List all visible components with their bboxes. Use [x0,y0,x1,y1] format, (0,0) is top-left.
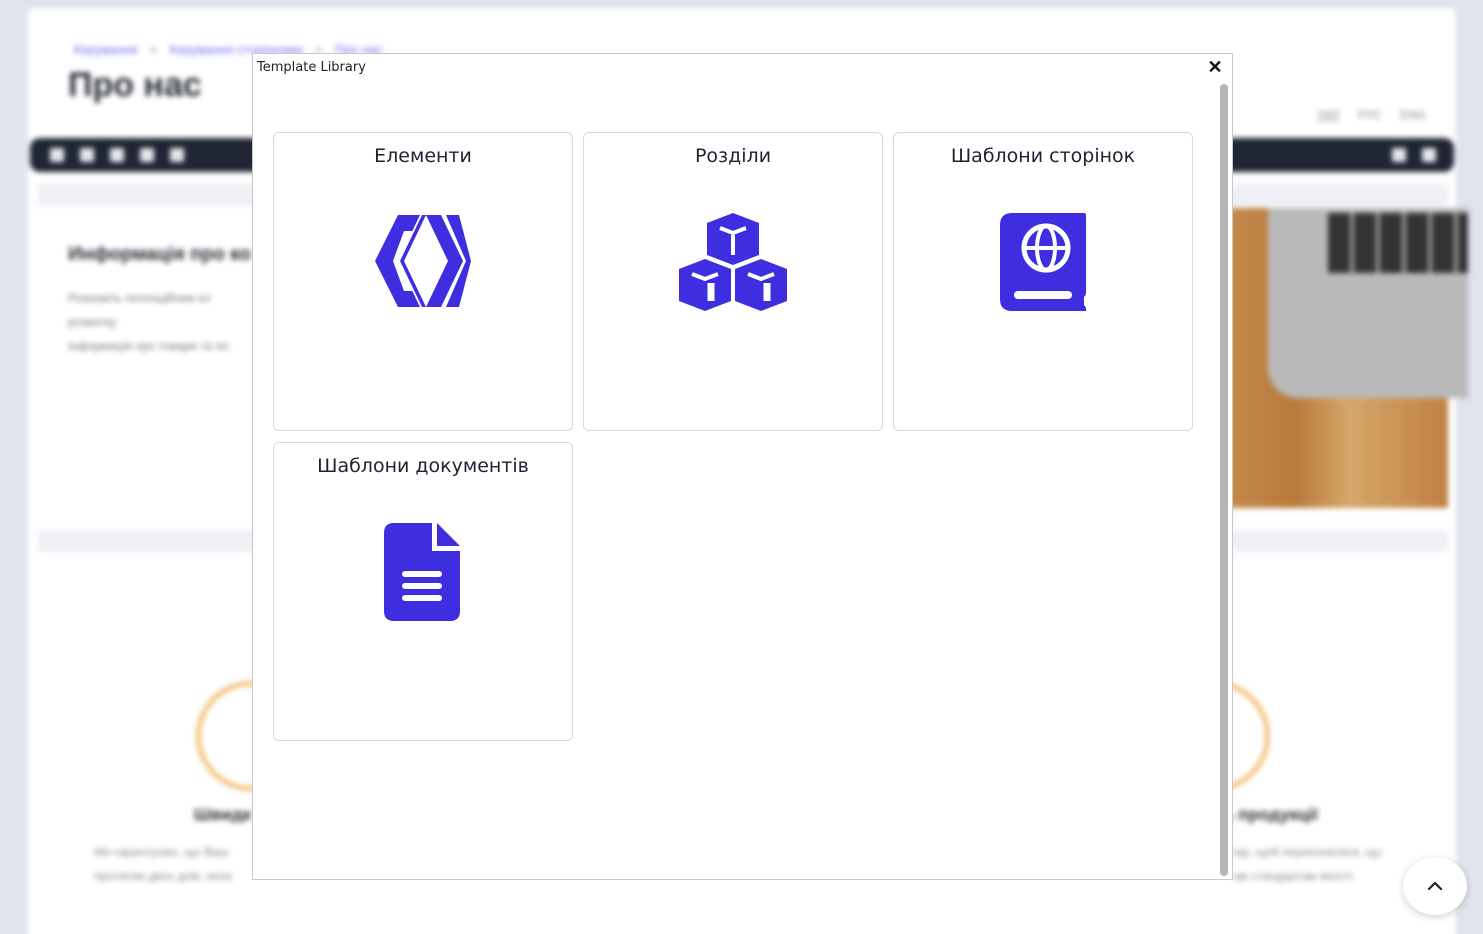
template-library-modal: Template Library ✕ Елементи Розділи Шабл… [252,53,1233,880]
scroll-to-top-button[interactable] [1403,857,1467,915]
card-document-templates[interactable]: Шаблони документів [273,442,573,741]
feature-text: іар, щоб переконатися, що ам стандартам … [1233,840,1382,888]
feature-text-line: іар, щоб переконатися, що [1233,845,1382,859]
hive-logo-icon [375,215,471,307]
close-icon[interactable]: ✕ [1206,56,1224,78]
card-label: Елементи [374,145,472,167]
feature-title: ь продукції [1223,805,1318,824]
feature-text-line: Ми гарантуємо, що Ваш [94,845,229,859]
feature-text-line: ам стандартам якості. [1233,869,1356,883]
modal-title: Template Library [257,60,366,75]
close-editor-icon[interactable] [1422,148,1436,162]
feature-text: Ми гарантуємо, що Ваш протягом двох днів… [94,840,232,888]
card-label: Шаблони документів [317,455,529,477]
breadcrumb-separator: > [149,42,158,57]
copy-icon[interactable] [80,148,94,162]
breadcrumb-item[interactable]: Керування [74,42,138,57]
card-label: Розділи [694,145,772,167]
card-label: Шаблони сторінок [950,145,1136,167]
feature-text-line: протягом двох днів, неза [94,869,232,883]
language-ukr[interactable]: УКР [1317,108,1340,122]
scrollbar-thumb[interactable] [1220,84,1228,876]
cubes-icon [679,213,787,311]
document-icon [384,523,460,621]
brush-icon[interactable] [170,148,184,162]
atlas-book-icon [1000,213,1086,311]
language-eng[interactable]: ENG [1400,108,1426,122]
card-sections[interactable]: Розділи [583,132,883,431]
photo-keyboard [1328,213,1468,273]
card-elements[interactable]: Елементи [273,132,573,431]
save-icon[interactable] [50,148,64,162]
section-title: Информація про ко [68,244,251,265]
page-title: Про нас [68,66,202,104]
modal-scrollbar[interactable] [1220,84,1228,876]
card-page-templates[interactable]: Шаблони сторінок [893,132,1193,431]
feature-title: Швидк [194,805,252,824]
modal-header: Template Library ✕ [253,54,1232,81]
language-rus[interactable]: РУС [1358,108,1382,122]
layers-icon[interactable] [110,148,124,162]
language-switcher: УКР РУС ENG [1317,108,1426,122]
fullscreen-icon[interactable] [1392,148,1406,162]
chevron-up-icon [1427,881,1443,891]
template-icon[interactable] [140,148,154,162]
